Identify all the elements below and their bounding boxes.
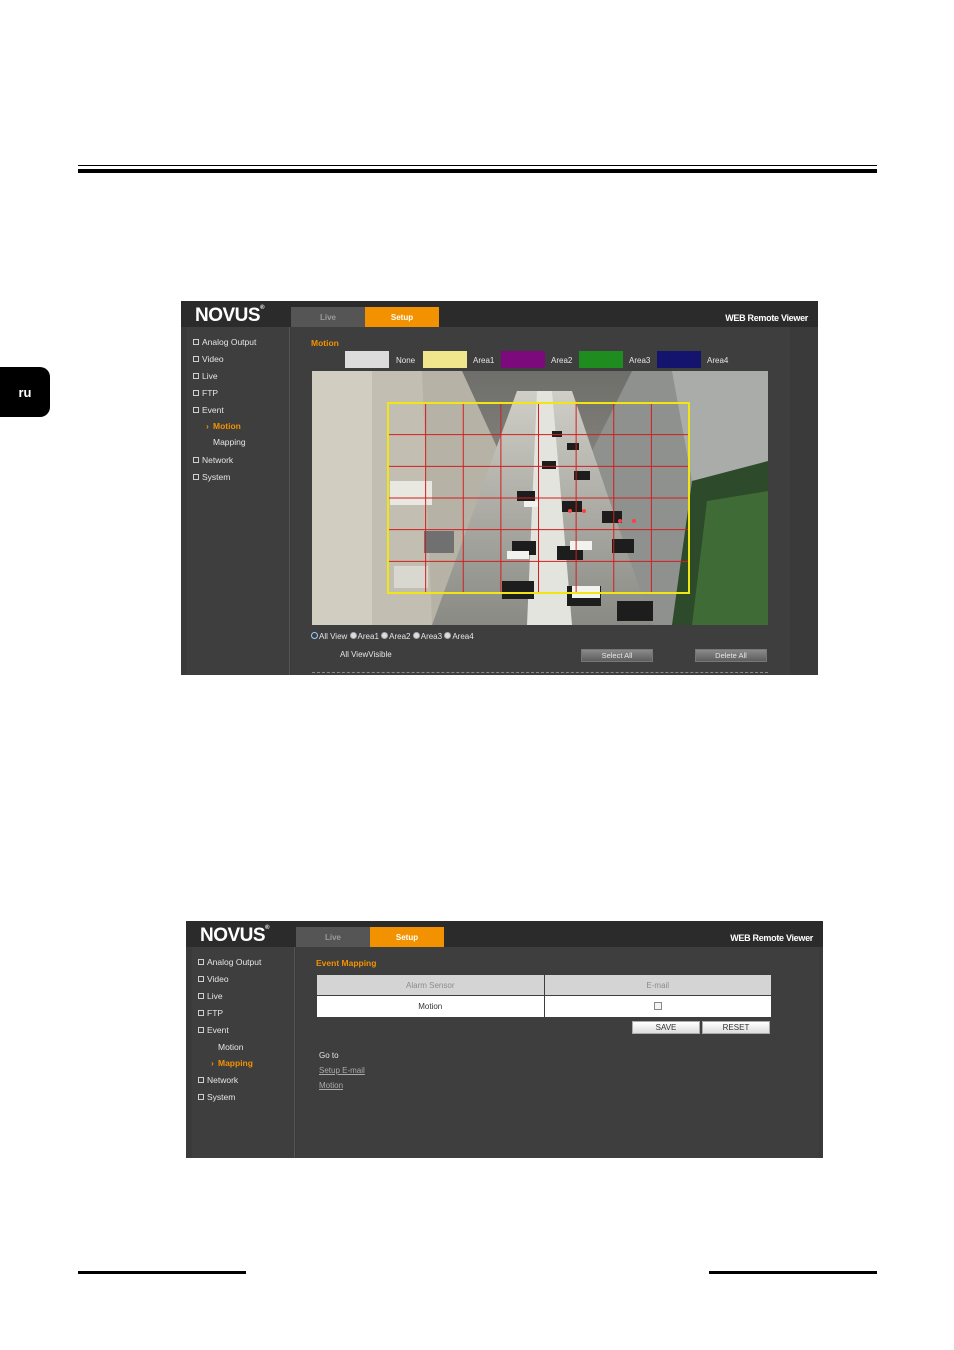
active-arrow-icon: ›: [211, 1058, 214, 1068]
expand-icon: [198, 992, 204, 999]
radio-icon: [349, 632, 357, 640]
reset-button[interactable]: RESET: [702, 1021, 770, 1034]
top-bar: NOVUS® Live Setup WEB Remote Viewer: [181, 301, 818, 327]
sidebar: Analog Output Video Live FTP Event › Moti…: [187, 327, 290, 675]
brand-title: WEB Remote Viewer: [725, 313, 808, 323]
active-arrow-icon: ›: [206, 421, 209, 431]
expand-icon: [198, 1076, 204, 1083]
header-rule-thick: [78, 169, 877, 173]
radio-area4[interactable]: Area4: [444, 632, 474, 641]
collapse-icon: [193, 406, 199, 413]
motion-grid-overlay: [387, 402, 690, 594]
save-button[interactable]: SAVE: [632, 1021, 700, 1034]
radio-area3[interactable]: Area3: [412, 632, 442, 641]
tab-setup[interactable]: Setup: [365, 307, 439, 327]
select-all-button[interactable]: Select All: [581, 649, 653, 662]
swatch-label-area3: Area3: [629, 356, 651, 365]
footer-rule-left: [78, 1271, 246, 1274]
swatch-label-area2: Area2: [551, 356, 573, 365]
expand-icon: [193, 338, 199, 345]
sidebar-item-video[interactable]: Video: [198, 974, 229, 984]
section-title: Event Mapping: [316, 958, 377, 968]
sidebar-item-live[interactable]: Live: [193, 371, 218, 381]
expand-icon: [198, 1093, 204, 1100]
sidebar-item-mapping[interactable]: › Mapping: [211, 1058, 253, 1068]
swatch-label-area1: Area1: [473, 356, 495, 365]
swatch-label-none: None: [396, 356, 416, 365]
expand-icon: [193, 372, 199, 379]
sidebar-item-analog-output[interactable]: Analog Output: [198, 957, 261, 967]
sidebar-item-motion[interactable]: › Motion: [206, 421, 241, 431]
sidebar-item-motion[interactable]: Motion: [218, 1042, 244, 1052]
sidebar-item-analog-output[interactable]: Analog Output: [193, 337, 256, 347]
radio-all-view[interactable]: All View: [311, 632, 347, 641]
expand-icon: [193, 355, 199, 362]
language-tab: ru: [0, 367, 50, 417]
novus-logo: NOVUS®: [195, 305, 264, 326]
email-cell: [543, 995, 772, 1018]
radio-icon: [412, 632, 420, 640]
sidebar-item-event[interactable]: Event: [193, 405, 224, 415]
visible-label: All ViewVisible: [340, 650, 392, 659]
goto-label: Go to: [319, 1051, 339, 1060]
expand-icon: [193, 473, 199, 480]
novus-logo: NOVUS®: [200, 925, 269, 946]
sidebar-item-live[interactable]: Live: [198, 991, 223, 1001]
camera-video-view[interactable]: [312, 371, 768, 625]
section-title: Motion: [311, 338, 339, 348]
brand-title: WEB Remote Viewer: [730, 933, 813, 943]
column-header-alarm-sensor: Alarm Sensor: [316, 974, 545, 996]
sidebar-item-system[interactable]: System: [198, 1092, 235, 1102]
header-rule-thin: [78, 165, 877, 166]
swatch-area3[interactable]: [579, 351, 623, 368]
mapping-screenshot: NOVUS® Live Setup WEB Remote Viewer Anal…: [186, 921, 823, 1158]
sensor-cell: Motion: [316, 995, 545, 1018]
expand-icon: [193, 389, 199, 396]
expand-icon: [198, 1009, 204, 1016]
link-setup-email[interactable]: Setup E-mail: [319, 1066, 365, 1075]
divider: [312, 672, 768, 673]
swatch-label-area4: Area4: [707, 356, 729, 365]
column-header-email: E-mail: [543, 974, 772, 996]
swatch-area2[interactable]: [501, 351, 545, 368]
sidebar-item-network[interactable]: Network: [198, 1075, 238, 1085]
radio-area2[interactable]: Area2: [381, 632, 411, 641]
link-motion[interactable]: Motion: [319, 1081, 343, 1090]
sidebar-item-ftp[interactable]: FTP: [193, 388, 218, 398]
radio-selected-icon: [311, 632, 318, 640]
radio-icon: [444, 632, 452, 640]
expand-icon: [198, 975, 204, 982]
radio-area1[interactable]: Area1: [349, 632, 379, 641]
sidebar-item-system[interactable]: System: [193, 472, 230, 482]
collapse-icon: [198, 1026, 204, 1033]
sidebar-item-network[interactable]: Network: [193, 455, 233, 465]
sidebar-item-ftp[interactable]: FTP: [198, 1008, 223, 1018]
tab-live[interactable]: Live: [291, 307, 365, 327]
swatch-area1[interactable]: [423, 351, 467, 368]
event-mapping-table: Alarm Sensor E-mail Motion: [316, 974, 772, 1018]
swatch-area4[interactable]: [657, 351, 701, 368]
motion-screenshot: NOVUS® Live Setup WEB Remote Viewer Anal…: [181, 301, 818, 675]
expand-icon: [198, 958, 204, 965]
sidebar-item-video[interactable]: Video: [193, 354, 224, 364]
radio-icon: [381, 632, 389, 640]
delete-all-button[interactable]: Delete All: [695, 649, 767, 662]
tab-live[interactable]: Live: [296, 927, 370, 947]
table-row: Motion: [316, 995, 772, 1018]
sidebar: Analog Output Video Live FTP Event Motio…: [192, 947, 295, 1158]
view-radio-group: All View Area1 Area2 Area3 Area4: [311, 632, 474, 641]
email-checkbox[interactable]: [653, 1001, 662, 1010]
tab-setup[interactable]: Setup: [370, 927, 444, 947]
sidebar-item-mapping[interactable]: Mapping: [213, 437, 246, 447]
swatch-none[interactable]: [345, 351, 389, 368]
top-bar: NOVUS® Live Setup WEB Remote Viewer: [186, 921, 823, 947]
footer-rule-right: [709, 1271, 877, 1274]
sidebar-item-event[interactable]: Event: [198, 1025, 229, 1035]
expand-icon: [193, 456, 199, 463]
